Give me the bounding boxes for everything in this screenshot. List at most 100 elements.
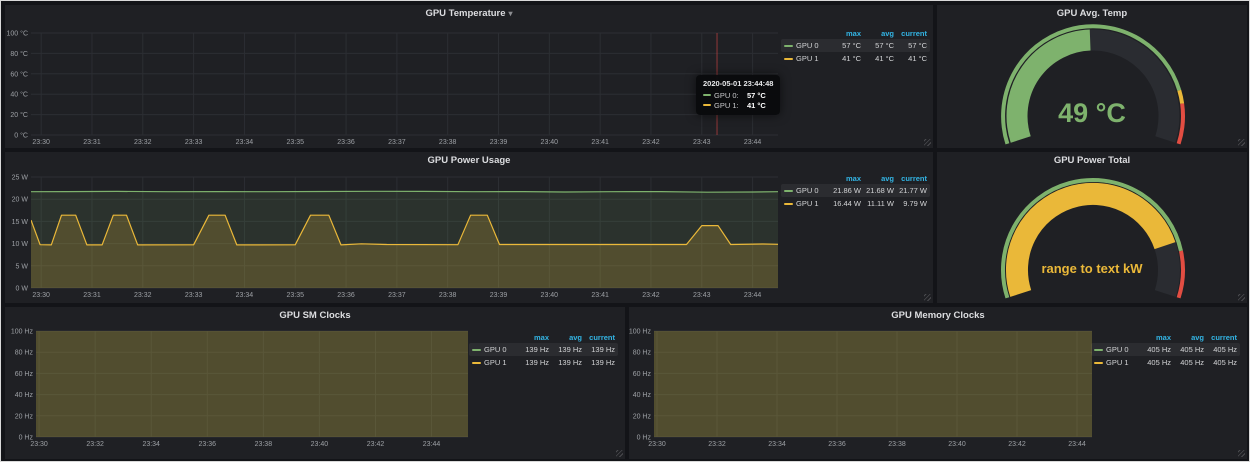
x-tick-label: 23:32: [134, 292, 152, 299]
panel-title-gpu-sm-clocks[interactable]: GPU SM Clocks: [5, 307, 625, 323]
legend-value: 139 Hz: [516, 345, 549, 354]
legend-column-current[interactable]: current: [894, 174, 927, 183]
legend-value: 139 Hz: [549, 358, 582, 367]
legend-column-avg[interactable]: avg: [1171, 333, 1204, 342]
x-tick-label: 23:35: [286, 139, 304, 146]
gauge-value-band: [1017, 194, 1165, 294]
panel-title-gpu-temperature[interactable]: GPU Temperature▾: [5, 5, 933, 21]
x-tick-label: 23:38: [439, 292, 457, 299]
x-tick-label: 23:36: [337, 139, 355, 146]
legend-column-max[interactable]: max: [516, 333, 549, 342]
legend-value: 16.44 W: [828, 199, 861, 208]
legend-series-toggle[interactable]: GPU 0: [472, 345, 516, 354]
series-color-dash: [784, 45, 793, 47]
panel-title-gpu-avg-temp[interactable]: GPU Avg. Temp: [937, 5, 1247, 21]
tooltip-row: GPU 1: 41 °C: [703, 100, 773, 110]
y-tick-label: 40 Hz: [633, 392, 652, 399]
x-tick-label: 23:37: [388, 139, 406, 146]
x-tick-label: 23:39: [490, 139, 508, 146]
panel-resize-handle[interactable]: [1238, 450, 1245, 457]
legend-series-toggle[interactable]: GPU 1: [784, 54, 828, 63]
series-color-dash: [784, 203, 793, 205]
x-tick-label: 23:42: [642, 139, 660, 146]
series-fill: [36, 323, 468, 437]
panel-title-gpu-memory-clocks[interactable]: GPU Memory Clocks: [629, 307, 1247, 323]
x-tick-label: 23:44: [744, 292, 762, 299]
legend-value: 405 Hz: [1138, 358, 1171, 367]
x-tick-label: 23:40: [541, 139, 559, 146]
legend-series-toggle[interactable]: GPU 0: [1094, 345, 1138, 354]
series-color-dash: [1094, 349, 1103, 351]
plot-area: [31, 191, 778, 288]
legend-value: 139 Hz: [516, 358, 549, 367]
x-tick-label: 23:34: [236, 292, 254, 299]
y-tick-label: 0 W: [16, 286, 29, 293]
legend-column-current[interactable]: current: [894, 29, 927, 38]
legend-series-toggle[interactable]: GPU 0: [784, 186, 828, 195]
x-tick-label: 23:32: [134, 139, 152, 146]
legend-column-avg[interactable]: avg: [549, 333, 582, 342]
panel-title-text: GPU Temperature: [425, 8, 505, 19]
legend-value: 139 Hz: [549, 345, 582, 354]
x-tick-label: 23:30: [32, 139, 50, 146]
series-color-dash: [784, 190, 793, 192]
legend-series-toggle[interactable]: GPU 0: [784, 41, 828, 50]
legend-gpu-power-usage: maxavgcurrentGPU 021.86 W21.68 W21.77 WG…: [781, 172, 930, 210]
legend-row: GPU 141 °C41 °C41 °C: [781, 52, 930, 65]
legend-column-max[interactable]: max: [828, 174, 861, 183]
y-tick-label: 25 W: [12, 175, 29, 182]
legend-gpu-sm-clocks: maxavgcurrentGPU 0139 Hz139 Hz139 HzGPU …: [469, 331, 618, 369]
panel-resize-handle[interactable]: [1238, 294, 1245, 301]
x-tick-label: 23:30: [32, 292, 50, 299]
legend-value: 11.11 W: [861, 199, 894, 208]
panel-title-text: GPU SM Clocks: [279, 310, 350, 321]
tooltip-row: GPU 0: 57 °C: [703, 90, 773, 100]
tooltip-timestamp: 2020-05-01 23:44:48: [703, 79, 773, 88]
legend-gpu-temperature: maxavgcurrentGPU 057 °C57 °C57 °CGPU 141…: [781, 27, 930, 65]
y-tick-label: 60 °C: [10, 70, 28, 78]
legend-column-max[interactable]: max: [1138, 333, 1171, 342]
legend-value: 405 Hz: [1138, 345, 1171, 354]
y-tick-label: 40 °C: [10, 91, 28, 99]
x-tick-label: 23:43: [693, 292, 711, 299]
panel-resize-handle[interactable]: [1238, 139, 1245, 146]
x-tick-label: 23:44: [744, 139, 762, 146]
legend-column-avg[interactable]: avg: [861, 174, 894, 183]
legend-column-current[interactable]: current: [1204, 333, 1237, 342]
legend-column-max[interactable]: max: [828, 29, 861, 38]
y-tick-label: 20 W: [12, 197, 29, 204]
x-tick-label: 23:43: [693, 139, 711, 146]
tooltip-series-value: 57 °C: [747, 91, 766, 100]
legend-column-current[interactable]: current: [582, 333, 615, 342]
x-tick-label: 23:36: [199, 441, 217, 448]
panel-gpu-power-total: GPU Power Total range to text kW: [937, 152, 1247, 303]
x-tick-label: 23:40: [541, 292, 559, 299]
legend-series-toggle[interactable]: GPU 1: [472, 358, 516, 367]
y-tick-label: 0 °C: [14, 132, 28, 140]
x-tick-label: 23:38: [888, 441, 906, 448]
legend-series-toggle[interactable]: GPU 1: [784, 199, 828, 208]
y-tick-label: 100 Hz: [629, 329, 651, 336]
panel-title-text: GPU Power Usage: [428, 155, 511, 166]
x-tick-label: 23:33: [185, 139, 203, 146]
series-color-dash: [1094, 362, 1103, 364]
panel-title-gpu-power-usage[interactable]: GPU Power Usage: [5, 152, 933, 168]
legend-value: 139 Hz: [582, 358, 615, 367]
panel-title-text: GPU Power Total: [1054, 155, 1130, 166]
legend-series-toggle[interactable]: GPU 1: [1094, 358, 1138, 367]
legend-header: maxavgcurrent: [469, 331, 618, 343]
y-tick-label: 10 W: [12, 241, 29, 248]
x-tick-label: 23:35: [286, 292, 304, 299]
x-tick-label: 23:30: [648, 441, 666, 448]
x-tick-label: 23:31: [83, 139, 101, 146]
panel-resize-handle[interactable]: [616, 450, 623, 457]
y-tick-label: 15 W: [12, 219, 29, 226]
y-tick-label: 40 Hz: [15, 392, 34, 399]
legend-gpu-memory-clocks: maxavgcurrentGPU 0405 Hz405 Hz405 HzGPU …: [1091, 331, 1240, 369]
legend-value: 41 °C: [828, 54, 861, 63]
legend-column-avg[interactable]: avg: [861, 29, 894, 38]
legend-row: GPU 021.86 W21.68 W21.77 W: [781, 184, 930, 197]
panel-resize-handle[interactable]: [924, 294, 931, 301]
panel-resize-handle[interactable]: [924, 139, 931, 146]
panel-title-gpu-power-total[interactable]: GPU Power Total: [937, 152, 1247, 168]
